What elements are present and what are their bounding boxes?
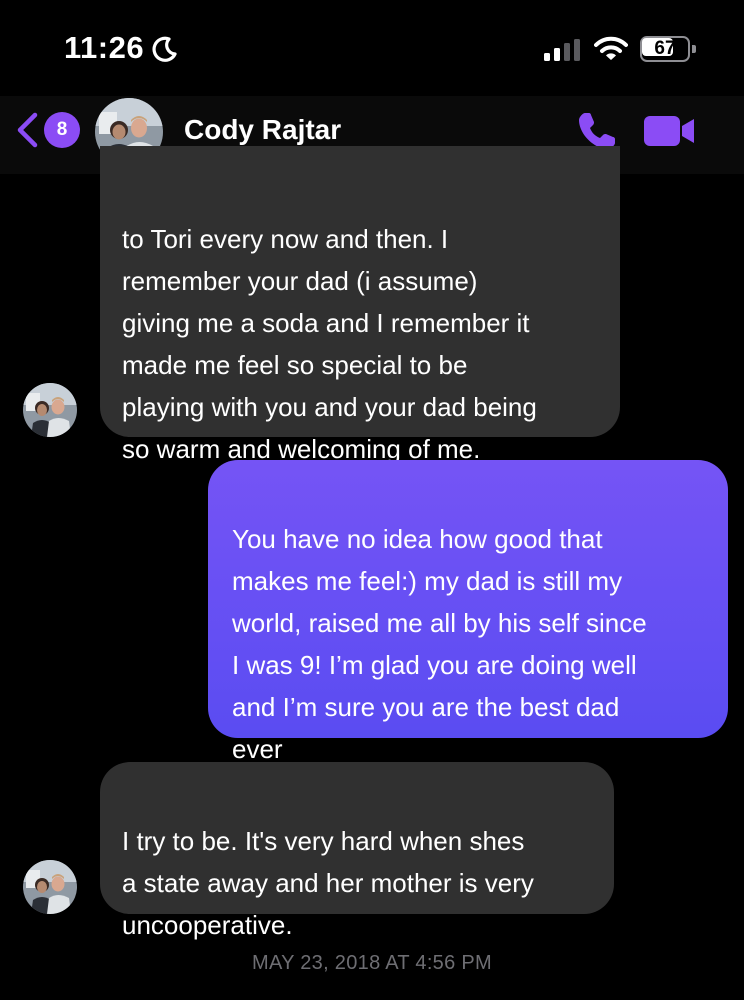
message-text: I try to be. It's very hard when shes a …: [122, 826, 534, 940]
battery-cap: [692, 45, 696, 53]
sender-avatar[interactable]: [23, 860, 77, 914]
contact-name[interactable]: Cody Rajtar: [184, 114, 341, 146]
back-button[interactable]: 8: [14, 112, 80, 148]
video-call-button[interactable]: [644, 113, 696, 149]
message-text: to Tori every now and then. I remember y…: [122, 224, 537, 464]
message-bubble-outgoing[interactable]: You have no idea how good that makes me …: [208, 460, 728, 764]
message-bubble-incoming[interactable]: to Tori every now and then. I remember y…: [100, 146, 620, 464]
status-time: 11:26: [64, 30, 145, 65]
moon-icon: [152, 36, 177, 62]
messenger-screen: 11:26 67 8 Cody Rajtar to Tori every now…: [0, 0, 744, 1000]
avatar-photo: [23, 860, 77, 914]
chevron-left-icon: [17, 112, 38, 148]
wifi-icon: [594, 36, 628, 60]
avatar-photo: [23, 383, 77, 437]
battery-level: 67: [654, 38, 676, 59]
unread-count-badge: 8: [44, 112, 80, 148]
message-text: You have no idea how good that makes me …: [232, 524, 647, 764]
status-bar: 11:26 67: [0, 0, 744, 100]
battery-icon: 67: [640, 36, 696, 62]
sender-avatar[interactable]: [23, 383, 77, 437]
message-bubble-incoming[interactable]: I try to be. It's very hard when shes a …: [100, 762, 614, 940]
cellular-signal-icon: [544, 39, 580, 61]
message-timestamp: MAY 23, 2018 AT 4:56 PM: [251, 952, 492, 974]
video-camera-icon: [644, 116, 694, 146]
